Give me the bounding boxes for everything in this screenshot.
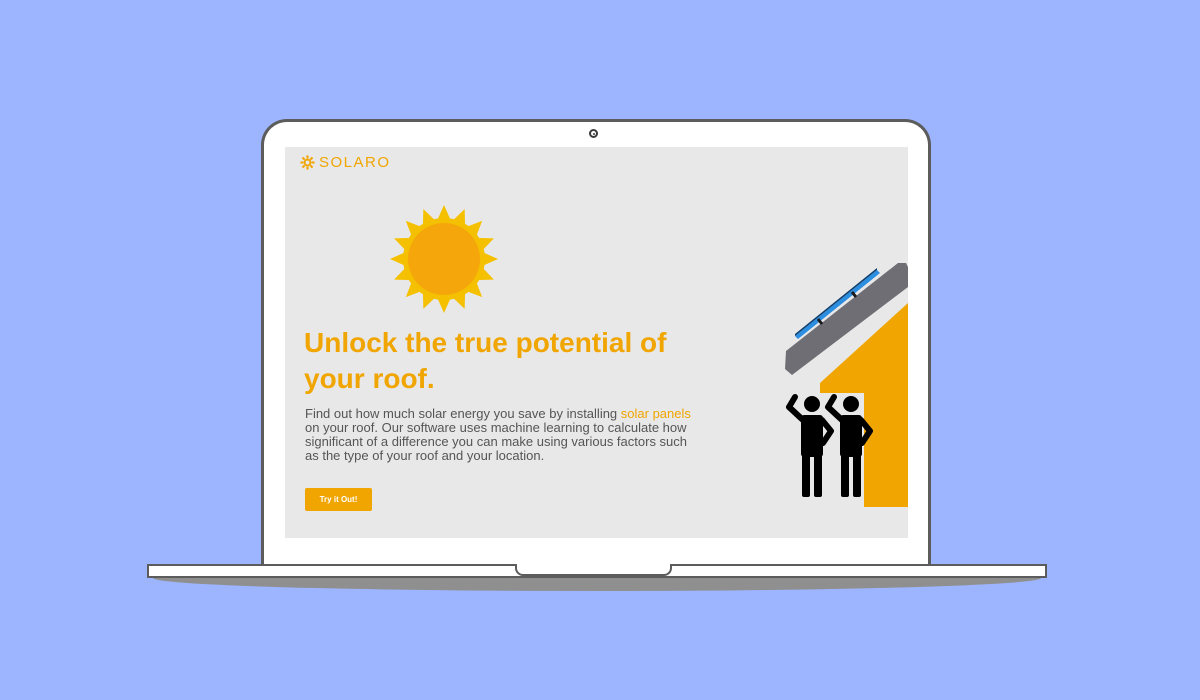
brand-logo[interactable]: SOLARO <box>300 154 391 171</box>
solar-panels-highlight: solar panels <box>620 406 691 421</box>
sun-icon <box>390 205 498 313</box>
description-text-end: on your roof. Our software uses machine … <box>305 420 688 463</box>
camera-icon <box>589 129 598 138</box>
gear-sun-icon <box>300 155 315 170</box>
hero-description: Find out how much solar energy you save … <box>305 407 700 463</box>
house-with-solar-panel-illustration <box>785 263 908 507</box>
try-it-out-button[interactable]: Try it Out! <box>305 488 372 511</box>
laptop-screen: SOLARO Unlock the true potential of your… <box>285 147 908 538</box>
brand-name: SOLARO <box>319 154 391 171</box>
laptop-notch <box>515 564 672 576</box>
hero-headline: Unlock the true potential of your roof. <box>304 327 667 394</box>
description-text-start: Find out how much solar energy you save … <box>305 406 621 421</box>
laptop-base-shadow <box>153 578 1041 591</box>
